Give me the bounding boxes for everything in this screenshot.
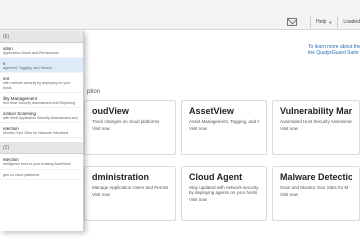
card-description: Track changes on cloud platforms (92, 119, 160, 124)
mail-icon[interactable] (287, 18, 298, 26)
app-switcher-dropdown: (6) ation Application Users and Permissi… (0, 31, 84, 231)
app-card-cloudview[interactable]: oudView Track changes on cloud platforms… (84, 100, 176, 155)
dropdown-item-description: Monitor Your Sites for Malware Infection… (3, 131, 69, 136)
dropdown-item-web-application-scanning[interactable]: ication Scanning with Web Application Se… (0, 108, 83, 124)
app-card-cloud-agent[interactable]: Cloud Agent Stay updated with network se… (181, 166, 267, 221)
dropdown-item-description: with network security by deploying on yo… (3, 81, 71, 90)
visit-now-link[interactable]: Visit now (92, 192, 168, 197)
app-card-administration[interactable]: dministration Manage Application Users a… (84, 166, 176, 221)
card-description: Automated Host Security Assessment (280, 119, 352, 124)
dropdown-item-assetview[interactable]: v agement, Tagging, and Search (0, 58, 83, 74)
card-description: Stay updated with network security by de… (189, 185, 259, 195)
divider (337, 16, 339, 28)
top-bar: Help ▼ Loaded (0, 0, 360, 30)
dropdown-item-description: agement, Tagging, and Search (3, 66, 52, 71)
visit-now-link[interactable]: Visit now (280, 126, 352, 131)
dropdown-item-description: ntelligence feed to your existing AssetV… (3, 162, 71, 167)
card-description: Asset Management, Tagging, and Search (189, 119, 259, 124)
dropdown-item-cloudview[interactable]: ges on cloud platforms (0, 170, 83, 180)
user-menu[interactable]: Loaded (343, 19, 360, 25)
card-description: Manage Application Users and Permissions (92, 185, 168, 190)
card-title: Vulnerability Manag (280, 106, 352, 116)
help-menu[interactable]: Help (316, 19, 326, 25)
card-title: oudView (92, 106, 129, 116)
dropdown-item-vulnerability-management[interactable]: ility Management ited Host Security Asse… (0, 93, 83, 109)
dropdown-section-header: (2) (0, 142, 83, 155)
card-title: Malware Detection (280, 172, 352, 182)
visit-now-link[interactable]: Visit now (280, 192, 352, 197)
app-card-malware-detection[interactable]: Malware Detection Scan and Monitor Your … (272, 166, 360, 221)
app-card-assetview[interactable]: AssetView Asset Management, Tagging, and… (181, 100, 267, 155)
card-title: Cloud Agent (189, 172, 243, 182)
dropdown-item-description: ited Host Security Assessment and Report… (3, 100, 76, 105)
dropdown-item-description: Application Users and Permissions (3, 51, 59, 55)
top-bar-controls: Help ▼ Loaded (287, 16, 360, 28)
dropdown-item-cloud-agent[interactable]: ent with network security by deploying o… (0, 73, 83, 93)
visit-now-link[interactable]: Visit now (92, 126, 168, 131)
dropdown-item-administration[interactable]: ation Application Users and Permissions (0, 43, 83, 59)
chevron-down-icon[interactable]: ▼ (328, 20, 332, 25)
dropdown-item-description: ges on cloud platforms (3, 172, 40, 177)
dropdown-item-malware-detection[interactable]: etection Monitor Your Sites for Malware … (0, 123, 83, 139)
dropdown-item-description: with Web Application Security Assessment… (3, 116, 78, 121)
learn-more-link[interactable]: To learn more about the al the QualysGua… (308, 44, 360, 56)
dropdown-section-header: (6) (0, 31, 83, 43)
dropdown-item-threat-protection[interactable]: etection ntelligence feed to your existi… (0, 154, 83, 170)
card-title: AssetView (189, 106, 234, 116)
app-card-vulnerability-management[interactable]: Vulnerability Manag Automated Host Secur… (272, 100, 360, 155)
card-title: dministration (92, 172, 150, 182)
visit-now-link[interactable]: Visit now (189, 126, 259, 131)
card-description: Scan and Monitor Your Sites for M (280, 185, 349, 190)
divider (310, 16, 312, 28)
description-heading: ption (87, 89, 101, 95)
visit-now-link[interactable]: Visit now (189, 197, 259, 202)
